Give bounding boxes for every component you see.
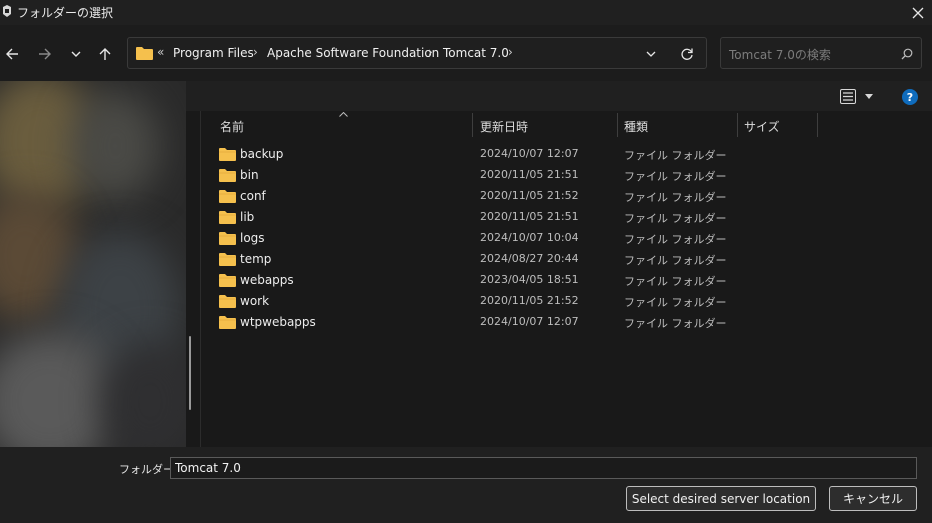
arrow-right-icon bbox=[39, 48, 51, 60]
file-row-backup[interactable]: backup 2024/10/07 12:07 ファイル フォルダー bbox=[214, 144, 824, 165]
back-button[interactable] bbox=[1, 43, 23, 65]
forward-button[interactable] bbox=[34, 43, 56, 65]
file-type: ファイル フォルダー bbox=[624, 254, 727, 267]
file-name: logs bbox=[240, 231, 265, 245]
file-modified: 2020/11/05 21:52 bbox=[480, 189, 579, 202]
pane-divider[interactable] bbox=[200, 111, 201, 447]
file-row-wtpwebapps[interactable]: wtpwebapps 2024/10/07 12:07 ファイル フォルダー bbox=[214, 312, 824, 333]
file-row-logs[interactable]: logs 2024/10/07 10:04 ファイル フォルダー bbox=[214, 228, 824, 249]
file-row-lib[interactable]: lib 2020/11/05 21:51 ファイル フォルダー bbox=[214, 207, 824, 228]
cancel-button[interactable]: キャンセル bbox=[829, 486, 917, 511]
column-header-modified[interactable]: 更新日時 bbox=[480, 118, 528, 135]
file-name: bin bbox=[240, 168, 259, 182]
column-header-name[interactable]: 名前 bbox=[220, 118, 244, 135]
breadcrumb-item-program-files[interactable]: Program Files bbox=[173, 46, 254, 60]
file-modified: 2020/11/05 21:51 bbox=[480, 168, 579, 181]
file-type: ファイル フォルダー bbox=[624, 212, 727, 225]
address-bar[interactable]: « Program Files › Apache Software Founda… bbox=[127, 37, 707, 69]
file-type: ファイル フォルダー bbox=[624, 296, 727, 309]
breadcrumb-separator[interactable]: › bbox=[508, 45, 513, 59]
folder-icon bbox=[219, 190, 236, 203]
close-button[interactable] bbox=[904, 0, 932, 25]
file-row-work[interactable]: work 2020/11/05 21:52 ファイル フォルダー bbox=[214, 291, 824, 312]
file-row-webapps[interactable]: webapps 2023/04/05 18:51 ファイル フォルダー bbox=[214, 270, 824, 291]
chevron-down-icon[interactable] bbox=[645, 49, 657, 59]
folder-icon bbox=[219, 232, 236, 245]
help-icon[interactable]: ? bbox=[902, 89, 918, 105]
file-modified: 2024/10/07 12:07 bbox=[480, 315, 579, 328]
file-type: ファイル フォルダー bbox=[624, 233, 727, 246]
column-separator[interactable] bbox=[617, 113, 618, 137]
folder-icon bbox=[219, 211, 236, 224]
file-modified: 2024/10/07 10:04 bbox=[480, 231, 579, 244]
window-title: フォルダーの選択 bbox=[17, 6, 114, 20]
view-dropdown-icon[interactable] bbox=[864, 94, 874, 100]
file-type: ファイル フォルダー bbox=[624, 191, 727, 204]
file-name: conf bbox=[240, 189, 266, 203]
column-separator[interactable] bbox=[472, 113, 473, 137]
view-options-icon[interactable] bbox=[840, 89, 856, 104]
folder-icon bbox=[219, 274, 236, 287]
file-type: ファイル フォルダー bbox=[624, 149, 727, 162]
file-modified: 2020/11/05 21:51 bbox=[480, 210, 579, 223]
file-name: wtpwebapps bbox=[240, 315, 316, 329]
folder-icon bbox=[219, 295, 236, 308]
file-name: temp bbox=[240, 252, 272, 266]
column-header-type[interactable]: 種類 bbox=[624, 118, 648, 135]
folder-name-input[interactable] bbox=[170, 457, 917, 479]
breadcrumb-separator[interactable]: › bbox=[428, 45, 433, 59]
breadcrumb-overflow[interactable]: « bbox=[157, 45, 164, 59]
folder-icon bbox=[219, 148, 236, 161]
file-modified: 2020/11/05 21:52 bbox=[480, 294, 579, 307]
command-bar bbox=[178, 81, 932, 111]
file-row-conf[interactable]: conf 2020/11/05 21:52 ファイル フォルダー bbox=[214, 186, 824, 207]
column-separator[interactable] bbox=[817, 113, 818, 137]
recent-locations-button[interactable] bbox=[65, 43, 87, 65]
file-row-bin[interactable]: bin 2020/11/05 21:51 ファイル フォルダー bbox=[214, 165, 824, 186]
folder-icon bbox=[219, 253, 236, 266]
file-modified: 2024/10/07 12:07 bbox=[480, 147, 579, 160]
breadcrumb-separator[interactable]: › bbox=[253, 45, 258, 59]
file-type: ファイル フォルダー bbox=[624, 317, 727, 330]
file-name: lib bbox=[240, 210, 255, 224]
file-row-temp[interactable]: temp 2024/08/27 20:44 ファイル フォルダー bbox=[214, 249, 824, 270]
file-type: ファイル フォルダー bbox=[624, 170, 727, 183]
arrow-left-icon bbox=[6, 48, 18, 60]
title-bar bbox=[0, 0, 932, 25]
search-placeholder[interactable]: Tomcat 7.0の検索 bbox=[729, 46, 831, 63]
file-name: work bbox=[240, 294, 270, 308]
file-modified: 2023/04/05 18:51 bbox=[480, 273, 579, 286]
refresh-icon[interactable] bbox=[680, 47, 694, 61]
chevron-down-icon bbox=[71, 51, 81, 57]
column-header-size[interactable]: サイズ bbox=[744, 118, 780, 135]
folder-icon bbox=[136, 47, 153, 60]
folder-icon bbox=[219, 316, 236, 329]
breadcrumb-item-tomcat[interactable]: Tomcat 7.0 bbox=[443, 46, 509, 60]
search-box[interactable]: Tomcat 7.0の検索 bbox=[720, 37, 922, 69]
folder-label: フォルダー: bbox=[119, 463, 178, 476]
breadcrumb-item-apache[interactable]: Apache Software Foundation bbox=[267, 46, 439, 60]
arrow-up-icon bbox=[99, 48, 111, 60]
sort-ascending-icon bbox=[339, 112, 348, 117]
navigation-pane[interactable] bbox=[0, 81, 186, 447]
folder-icon bbox=[219, 169, 236, 182]
close-icon bbox=[912, 7, 924, 18]
select-folder-button[interactable]: Select desired server location bbox=[626, 486, 816, 511]
file-type: ファイル フォルダー bbox=[624, 275, 727, 288]
file-modified: 2024/08/27 20:44 bbox=[480, 252, 579, 265]
file-name: backup bbox=[240, 147, 284, 161]
search-icon[interactable] bbox=[901, 48, 913, 60]
navigation-pane-scrollbar[interactable] bbox=[189, 336, 191, 410]
file-name: webapps bbox=[240, 273, 294, 287]
up-button[interactable] bbox=[94, 43, 116, 65]
column-separator[interactable] bbox=[737, 113, 738, 137]
app-icon bbox=[3, 5, 11, 17]
